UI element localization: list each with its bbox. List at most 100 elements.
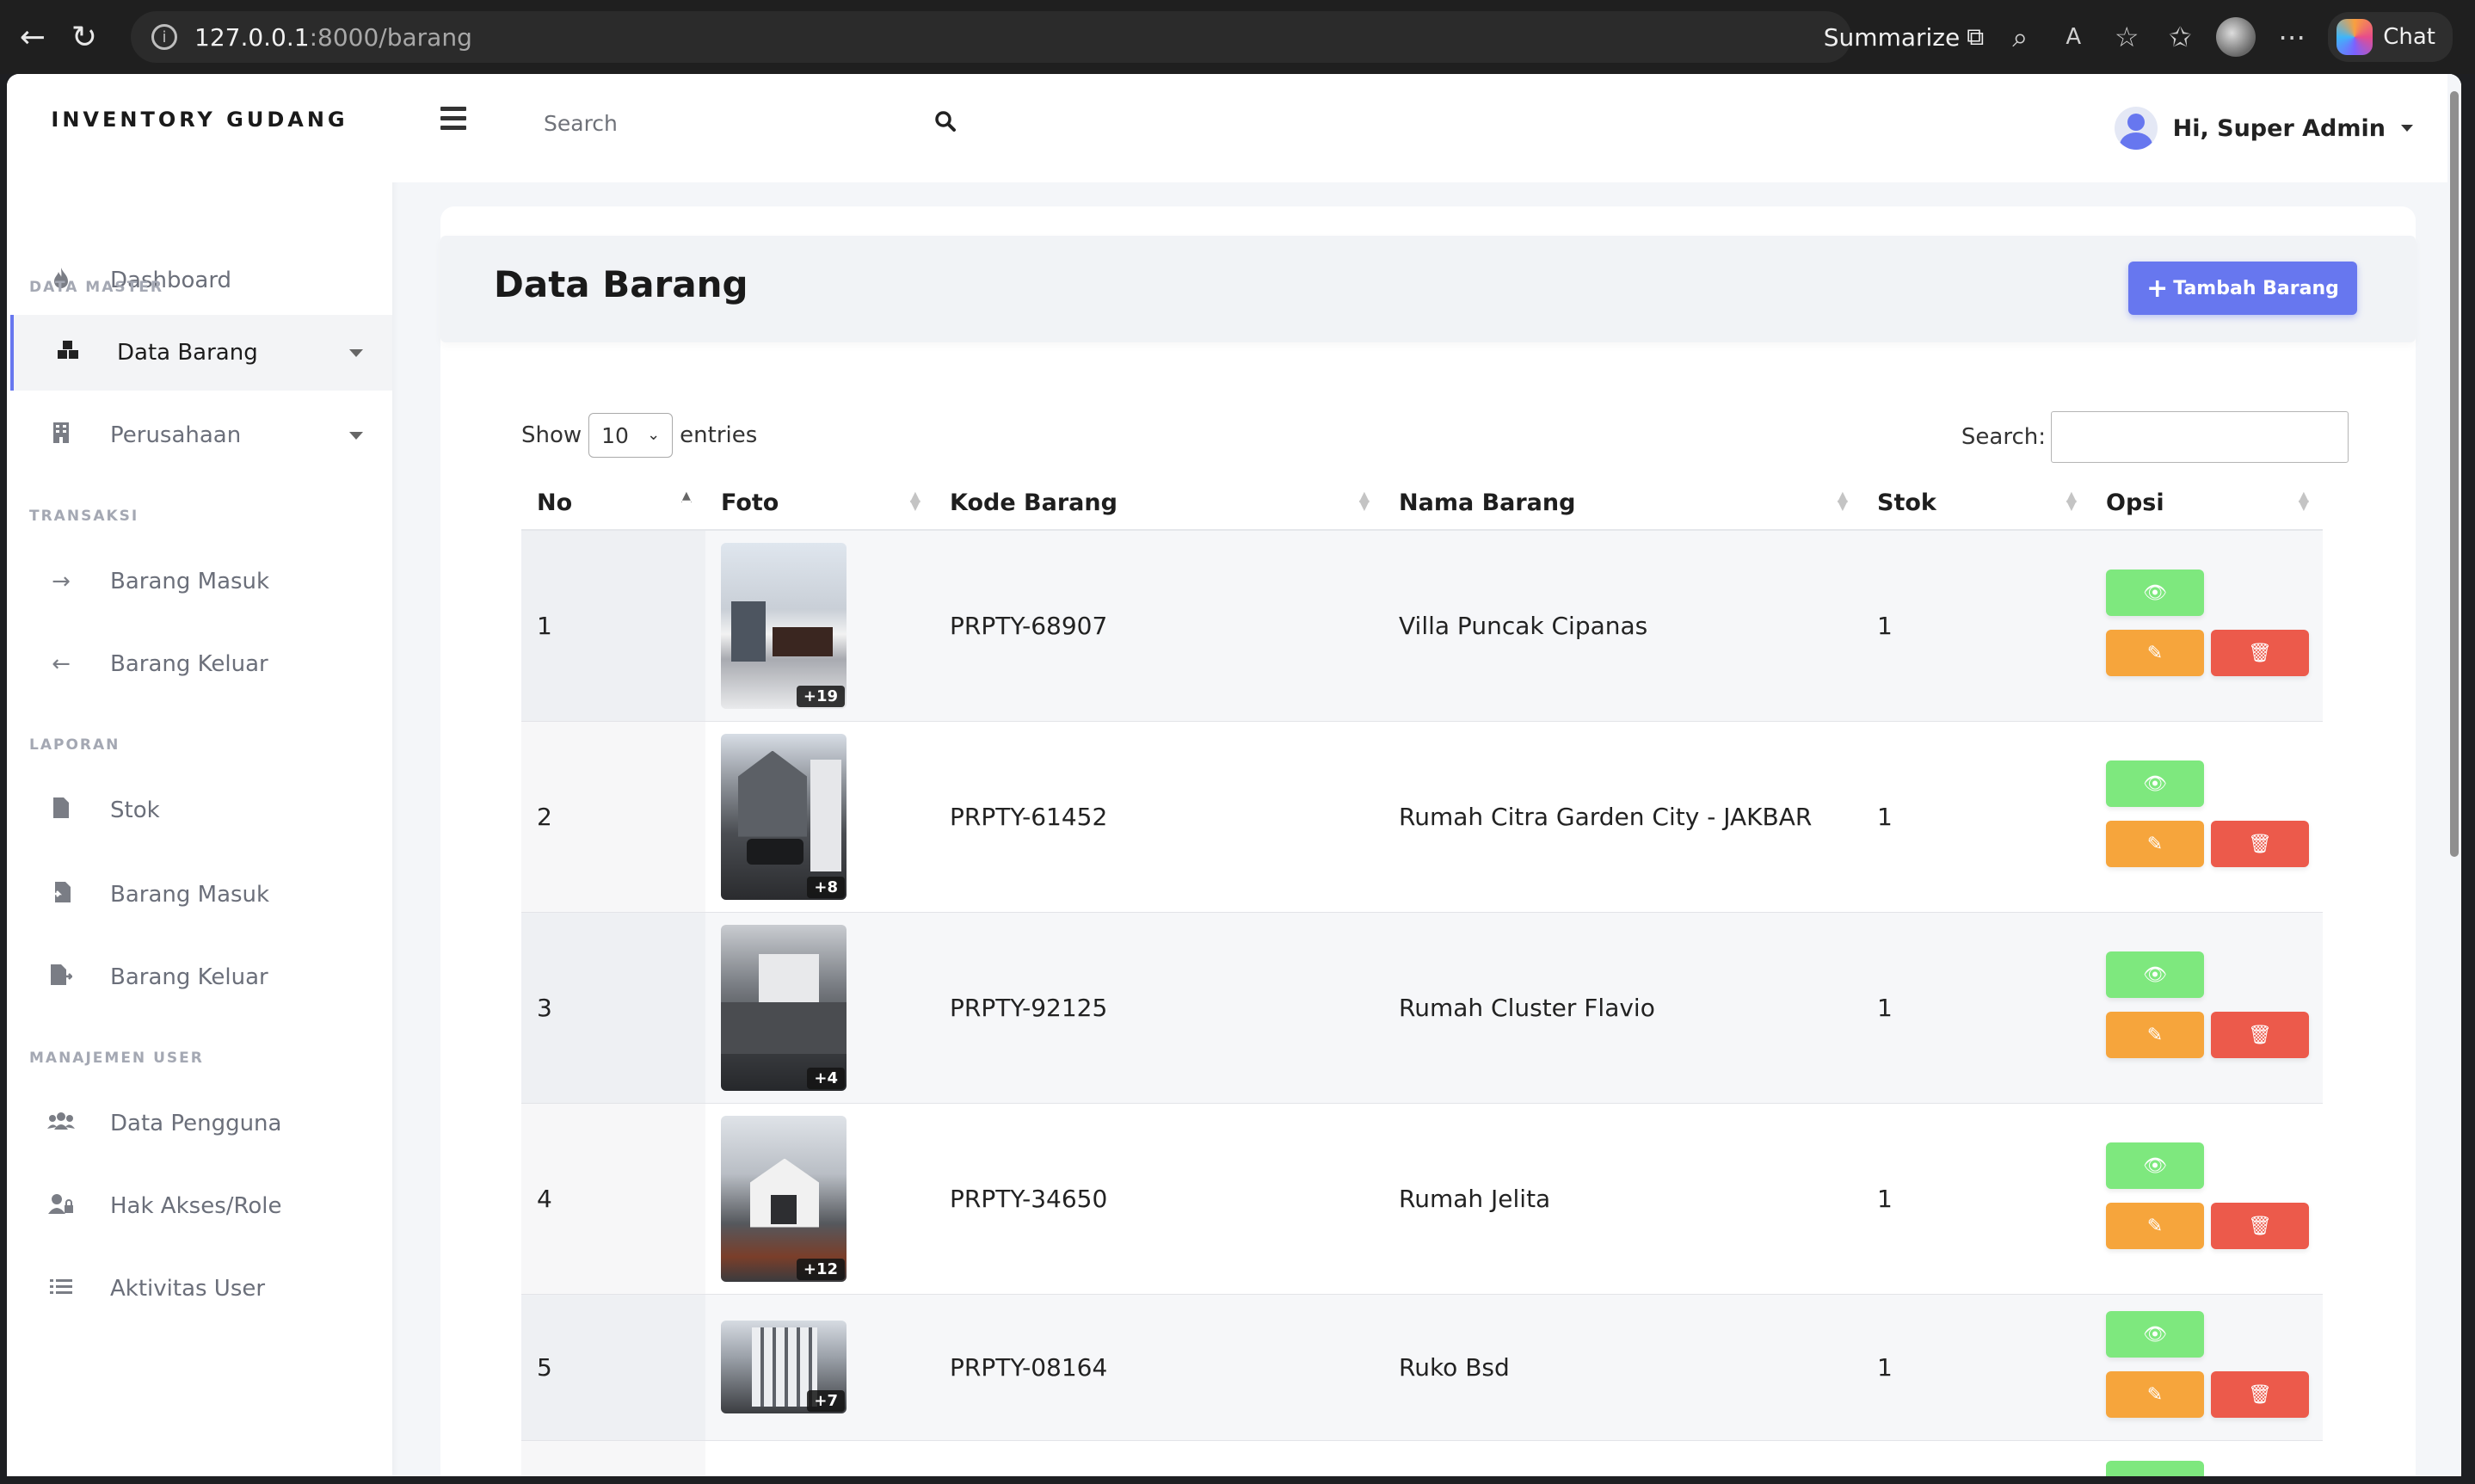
search-icon[interactable] [934,110,957,136]
cell-photo: +8 [705,721,934,913]
sidebar: INVENTORY GUDANG Dashboard DATA MASTER D… [7,74,392,1476]
section-header: Data Barang + Tambah Barang [440,236,2416,342]
cubes-icon [46,339,89,367]
delete-button[interactable]: 🗑 [2211,1203,2309,1249]
column-header-no[interactable]: No ▲ ▼ [521,477,705,531]
summarize-button[interactable]: Summarize ⧉ [1824,22,1984,52]
arrow-left-icon: ← [52,651,71,677]
sidebar-item-hak-akses[interactable]: Hak Akses/Role [7,1168,392,1244]
sidebar-item-data-pengguna[interactable]: Data Pengguna [7,1086,392,1161]
edit-button[interactable]: ✎ [2106,1203,2204,1249]
entries-value: 10 [601,422,629,448]
user-greeting: Hi, Super Admin [2172,114,2386,142]
hamburger-menu-icon[interactable] [440,107,466,135]
property-photo[interactable]: +19 [721,542,847,709]
sidebar-item-laporan-barang-keluar[interactable]: Barang Keluar [7,939,392,1015]
reload-icon[interactable]: ↻ [58,11,110,63]
column-header-kode[interactable]: Kode Barang ▲ ▼ [934,477,1383,531]
column-label: Kode Barang [950,490,1117,516]
add-item-button[interactable]: + Tambah Barang [2128,262,2357,315]
sidebar-item-barang-keluar[interactable]: ← Barang Keluar [7,626,392,702]
property-photo[interactable]: +7 [721,1321,847,1413]
sidebar-item-label: Data Pengguna [110,1111,282,1136]
edit-icon: ✎ [2146,833,2164,855]
url-host: 127.0.0.1 [194,22,310,52]
scrollbar-thumb[interactable] [2450,91,2459,857]
property-photo[interactable]: +12 [721,1115,847,1282]
more-icon[interactable]: ⋯ [2275,21,2309,53]
trash-icon: 🗑 [2248,1024,2272,1046]
navbar-search[interactable]: Search [544,100,957,146]
page-scrollbar[interactable] [2447,74,2461,1476]
table-row [521,1440,2323,1476]
trash-icon: 🗑 [2248,642,2272,664]
edit-button[interactable]: ✎ [2106,1012,2204,1058]
property-photo[interactable]: +4 [721,924,847,1091]
table-row: 3 +4 PRPTY-92125 Rumah Cluster Flavio 1 [521,912,2323,1104]
sidebar-item-data-barang[interactable]: Data Barang [10,315,392,391]
profile-avatar[interactable] [2216,17,2256,57]
sidebar-item-stok[interactable]: Stok [7,773,392,848]
back-icon[interactable]: ← [7,11,58,63]
zoom-icon[interactable]: ⌕ [2003,21,2037,54]
column-header-foto[interactable]: Foto ▲ ▼ [705,477,934,531]
eye-icon: 👁 [2143,1155,2167,1177]
column-header-opsi[interactable]: Opsi ▲ ▼ [2090,477,2323,531]
column-label: Opsi [2106,490,2164,516]
property-photo[interactable]: +8 [721,733,847,900]
eye-icon: 👁 [2143,964,2167,986]
view-button[interactable]: 👁 [2106,1142,2204,1189]
cell-stok: 1 [1862,530,2090,722]
table-search-input[interactable] [2051,411,2349,463]
address-bar[interactable]: i 127.0.0.1 :8000/barang [131,11,1851,63]
cell-no: 4 [521,1103,705,1295]
column-label: No [537,490,573,516]
eye-icon: 👁 [2143,773,2167,795]
eye-icon: 👁 [2143,1323,2167,1345]
view-button[interactable]: 👁 [2106,760,2204,807]
delete-button[interactable]: 🗑 [2211,1371,2309,1418]
edit-button[interactable]: ✎ [2106,1371,2204,1418]
plus-icon: + [2146,273,2169,304]
view-button[interactable]: 👁 [2106,570,2204,617]
user-lock-icon [40,1193,83,1220]
edit-button[interactable]: ✎ [2106,630,2204,677]
sidebar-item-perusahaan[interactable]: Perusahaan [7,397,392,473]
summarize-label: Summarize [1823,22,1961,52]
read-aloud-icon[interactable]: A [2056,24,2090,50]
favorites-icon[interactable]: ✩ [2163,21,2197,53]
top-navbar: Search Hi, Super Admin [392,74,2461,182]
view-button[interactable]: 👁 [2106,951,2204,998]
delete-button[interactable]: 🗑 [2211,630,2309,677]
entries-select[interactable]: 10 ⌄ [588,413,674,458]
trash-icon: 🗑 [2248,1383,2272,1406]
user-dropdown[interactable]: Hi, Super Admin [2114,107,2413,150]
view-button[interactable] [2106,1461,2204,1476]
cell-kode: PRPTY-34650 [934,1103,1383,1295]
chevron-down-icon [349,348,363,357]
sidebar-item-label: Data Barang [117,340,258,366]
sidebar-item-laporan-barang-masuk[interactable]: Barang Masuk [7,857,392,933]
sort-icon: ▲ ▼ [2066,488,2077,513]
delete-button[interactable]: 🗑 [2211,1012,2309,1058]
column-header-nama[interactable]: Nama Barang ▲ ▼ [1383,477,1862,531]
sidebar-item-aktivitas-user[interactable]: Aktivitas User [7,1251,392,1327]
sidebar-item-barang-masuk[interactable]: → Barang Masuk [7,544,392,619]
users-icon [40,1111,83,1137]
trash-icon: 🗑 [2248,1215,2272,1237]
photo-count-badge: +8 [807,876,845,898]
view-button[interactable]: 👁 [2106,1311,2204,1358]
cell-options: 👁 ✎ 🗑 [2090,1103,2323,1295]
trash-icon: 🗑 [2248,833,2272,855]
table-card: Show 10 ⌄ entries Search: No ▲ ▼ Foto ▲ ▼ Ko… [485,379,2393,1476]
chat-button[interactable]: Chat [2328,12,2453,62]
edit-button[interactable]: ✎ [2106,821,2204,867]
info-icon[interactable]: i [151,24,177,50]
search-input[interactable]: Search [544,111,618,136]
column-header-stok[interactable]: Stok ▲ ▼ [1862,477,2090,531]
delete-button[interactable]: 🗑 [2211,821,2309,867]
file-export-icon [40,964,83,992]
favorite-star-icon[interactable]: ☆ [2109,21,2144,53]
menu-header-master: DATA MASTER [29,279,163,296]
page-title: Data Barang [494,263,748,305]
